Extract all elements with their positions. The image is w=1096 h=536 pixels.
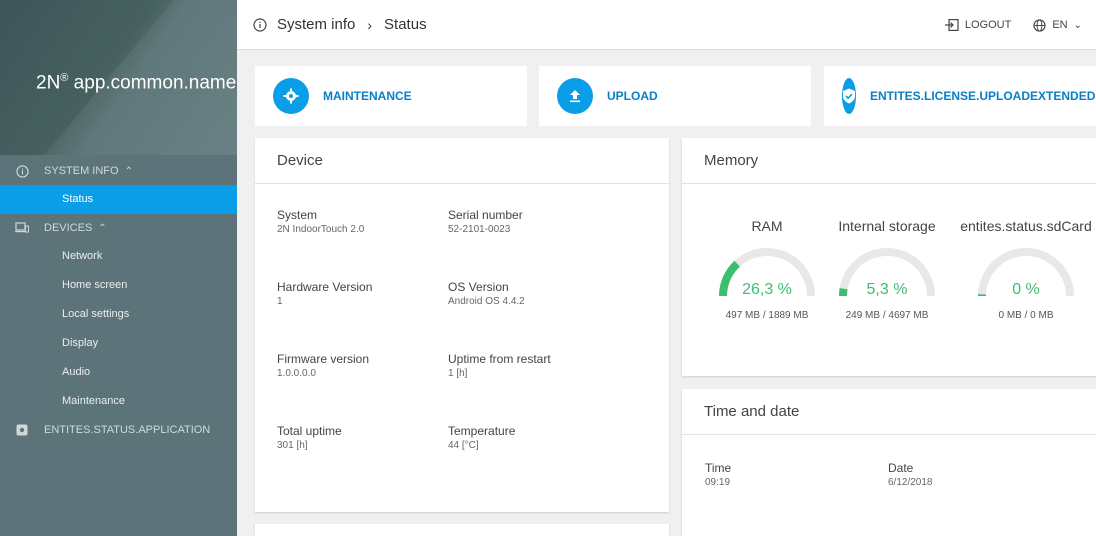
chevron-up-icon: ⌃ (124, 165, 133, 177)
app-title: 2N® app.common.name (36, 72, 237, 94)
sidebar-group-application[interactable]: ENTITES.STATUS.APPLICATION (0, 416, 237, 444)
device-card-title: Device (255, 138, 669, 184)
field-time: Time 09:19 (705, 461, 732, 488)
gauge-sdcard: entites.status.sdCard 0 % 0 MB / 0 MB (960, 218, 1092, 321)
gauge-internal-storage-arc: 5,3 % (839, 248, 935, 298)
time-date-card: Time and date Time 09:19 Date 6/12/2018 (682, 389, 1096, 536)
sidebar-group-system-info[interactable]: SYSTEM INFO ⌃ (0, 157, 237, 185)
maintenance-action[interactable]: MAINTENANCE (255, 66, 527, 126)
field-firmware-version: Firmware version 1.0.0.0.0 (277, 352, 370, 379)
application-icon (0, 424, 44, 436)
chevron-down-icon: ⌄ (1073, 19, 1082, 31)
breadcrumb-separator: › (367, 16, 373, 33)
gauge-internal-storage: Internal storage 5,3 % 249 MB / 4697 MB (832, 218, 942, 321)
upload-icon (557, 78, 593, 114)
sidebar-item-display[interactable]: Display (0, 329, 237, 358)
svg-text:0 %: 0 % (1012, 281, 1040, 298)
shield-check-icon (842, 78, 856, 114)
sidebar-nav: SYSTEM INFO ⌃ Status DEVICES ⌃ Network Hom… (0, 157, 237, 444)
field-date: Date 6/12/2018 (888, 461, 933, 488)
sidebar-item-audio[interactable]: Audio (0, 358, 237, 387)
sidebar-item-network[interactable]: Network (0, 242, 237, 271)
language-select[interactable]: EN ⌄ (1033, 18, 1082, 32)
time-date-card-title: Time and date (682, 389, 1096, 435)
logout-button[interactable]: LOGOUT (944, 19, 1011, 31)
field-hardware-version: Hardware Version 1 (277, 280, 373, 307)
license-upload-action[interactable]: ENTITES.LICENSE.UPLOADEXTENDEDI (824, 66, 1096, 126)
field-uptime-from-restart: Uptime from restart 1 [h] (448, 352, 551, 379)
gauge-ram: RAM 26,3 % 497 MB / 1889 MB (712, 218, 822, 321)
svg-text:26,3 %: 26,3 % (742, 281, 792, 298)
memory-card-title: Memory (682, 138, 1096, 184)
sidebar-group-devices[interactable]: DEVICES ⌃ (0, 214, 237, 242)
breadcrumb: System info › Status (253, 16, 427, 33)
gauge-sdcard-arc: 0 % (977, 248, 1074, 298)
field-total-uptime: Total uptime 301 [h] (277, 424, 342, 451)
field-temperature: Temperature 44 [°C] (448, 424, 516, 451)
sidebar-item-local-settings[interactable]: Local settings (0, 300, 237, 329)
field-serial-number: Serial number 52-2101-0023 (448, 208, 523, 235)
top-bar: System info › Status LOGOUT EN ⌄ (237, 0, 1096, 50)
svg-text:5,3 %: 5,3 % (867, 281, 908, 298)
breadcrumb-item-system-info[interactable]: System info (277, 16, 355, 33)
field-system: System 2N IndoorTouch 2.0 (277, 208, 365, 235)
field-os-version: OS Version Android OS 4.4.2 (448, 280, 525, 307)
sidebar-item-home-screen[interactable]: Home screen (0, 271, 237, 300)
breadcrumb-item-status: Status (384, 16, 427, 33)
logout-icon (944, 19, 959, 31)
device-card: Device System 2N IndoorTouch 2.0 Serial n… (255, 138, 669, 512)
gear-icon (273, 78, 309, 114)
upload-action[interactable]: UPLOAD (539, 66, 811, 126)
sidebar-item-maintenance[interactable]: Maintenance (0, 387, 237, 416)
info-icon (253, 17, 267, 32)
sidebar: 2N® app.common.name SYSTEM INFO ⌃ Status … (0, 0, 237, 536)
lower-card (255, 524, 669, 536)
gauge-ram-arc: 26,3 % (719, 248, 815, 298)
memory-card: Memory RAM 26,3 % 497 MB / 1889 MB Inter… (682, 138, 1096, 376)
sidebar-item-status[interactable]: Status (0, 185, 237, 214)
info-icon (0, 164, 44, 178)
chevron-up-icon: ⌃ (98, 222, 107, 234)
brand-header: 2N® app.common.name (0, 0, 237, 155)
globe-icon (1033, 18, 1046, 32)
devices-icon (0, 222, 44, 234)
